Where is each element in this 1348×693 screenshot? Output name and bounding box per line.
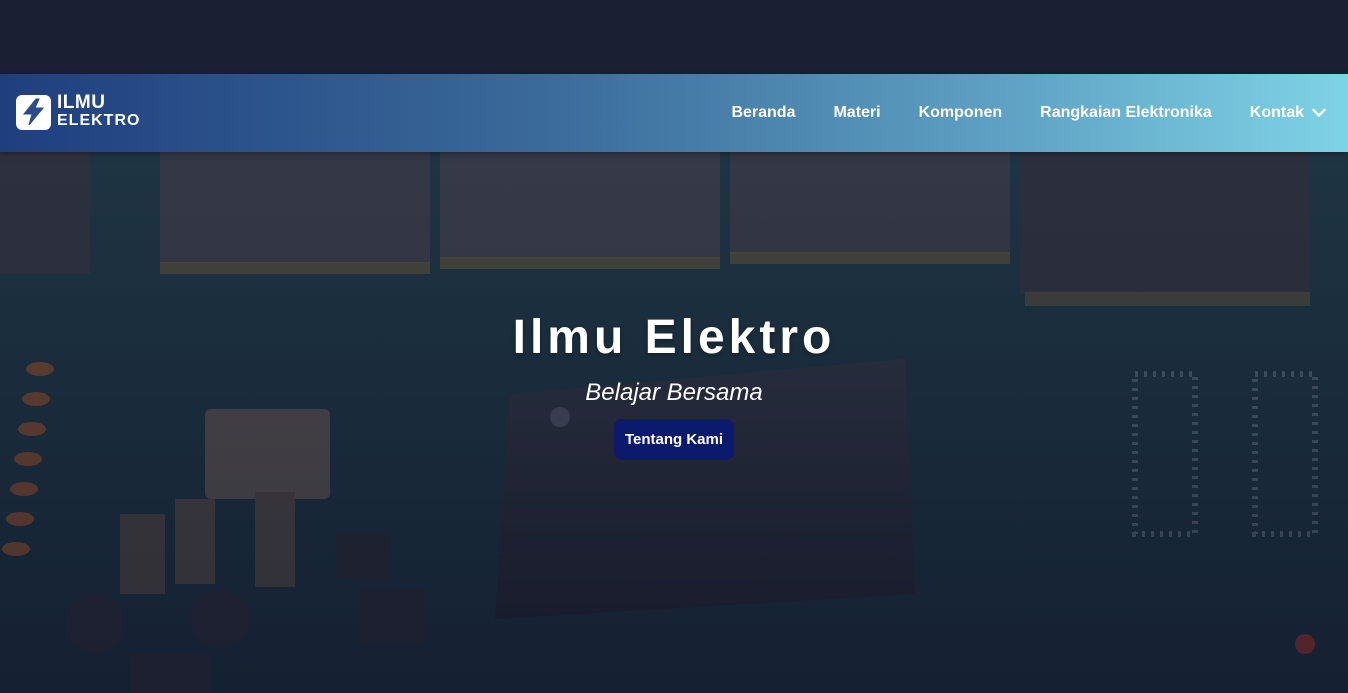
hero-subtitle: Belajar Bersama [585, 379, 763, 406]
nav-item-label: Rangkaian Elektronika [1040, 104, 1212, 121]
nav-item-rangkaian-elektronika[interactable]: Rangkaian Elektronika [1040, 104, 1212, 122]
main-nav: Beranda Materi Komponen Rangkaian Elektr… [731, 74, 1326, 152]
nav-item-materi[interactable]: Materi [833, 104, 880, 122]
site-logo[interactable]: ILMU ELEKTRO [16, 92, 140, 132]
logo-text: ILMU ELEKTRO [57, 92, 141, 130]
nav-item-label: Kontak [1249, 104, 1304, 121]
top-blank-bar [0, 0, 1348, 74]
lightning-bolt-icon [16, 94, 51, 130]
tentang-kami-button[interactable]: Tentang Kami [613, 419, 735, 460]
chevron-down-icon [1312, 108, 1326, 117]
nav-item-label: Beranda [731, 104, 796, 121]
logo-line-2: ELEKTRO [57, 112, 141, 129]
nav-item-beranda[interactable]: Beranda [731, 104, 795, 122]
logo-line-1: ILMU [57, 92, 106, 113]
navbar: ILMU ELEKTRO Beranda Materi Komponen Ran… [0, 74, 1348, 152]
nav-item-label: Materi [833, 104, 881, 121]
hero-content: Ilmu Elektro Belajar Bersama Tentang Kam… [0, 310, 1348, 460]
nav-item-kontak[interactable]: Kontak [1250, 104, 1326, 122]
hero-title: Ilmu Elektro [512, 311, 836, 364]
nav-item-komponen[interactable]: Komponen [919, 104, 1003, 122]
nav-item-label: Komponen [918, 104, 1003, 121]
